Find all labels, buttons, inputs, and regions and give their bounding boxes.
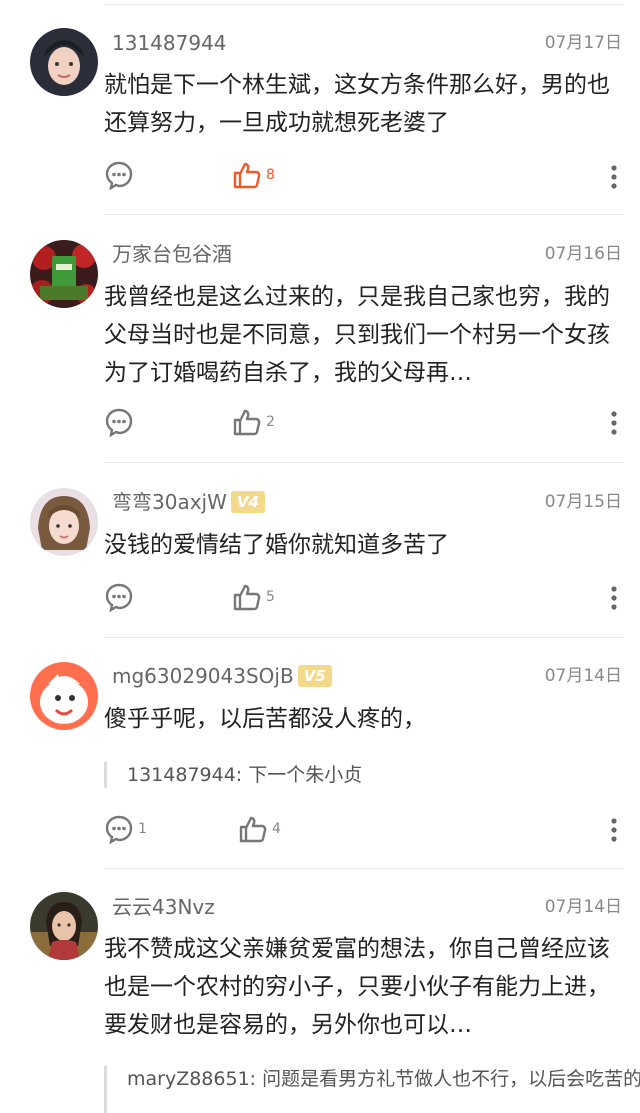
like-count: 4 — [272, 821, 281, 837]
thumbs-up-icon — [233, 409, 261, 436]
comment-date: 07月17日 — [544, 33, 622, 53]
comment-bubble-icon — [105, 408, 133, 437]
avatar[interactable] — [30, 662, 98, 730]
thumbs-up-icon — [233, 162, 261, 189]
comment-text: 就怕是下一个林生斌，这女方条件那么好，男的也还算努力，一旦成功就想死老婆了 — [104, 72, 610, 136]
divider — [104, 637, 624, 638]
divider — [104, 214, 624, 215]
like-button[interactable]: 2 — [232, 405, 275, 439]
comment-bubble-icon — [105, 161, 133, 190]
divider — [104, 462, 624, 463]
top-divider — [104, 4, 624, 5]
comment-bubble-icon — [105, 815, 133, 844]
more-vertical-icon[interactable] — [610, 165, 618, 189]
like-count: 5 — [266, 589, 275, 605]
comment-date: 07月16日 — [544, 244, 622, 264]
comment-date: 07月14日 — [544, 897, 622, 917]
comment-text: 我曾经也是这么过来的，只是我自己家也穷，我的父母当时也是不同意，只到我们一个村另… — [104, 284, 610, 386]
more-vertical-icon[interactable] — [610, 818, 618, 842]
reply-count: 1 — [138, 821, 147, 837]
reply-button[interactable]: 1 — [104, 812, 147, 846]
more-vertical-icon[interactable] — [610, 586, 618, 610]
level-badge: V4 — [230, 491, 265, 513]
divider — [104, 868, 624, 869]
comment-text: 傻乎乎呢，以后苦都没人疼的， — [104, 706, 426, 732]
like-button[interactable]: 4 — [238, 812, 281, 846]
thumbs-up-icon — [239, 816, 267, 843]
comment-text: 没钱的爱情结了婚你就知道多苦了 — [104, 532, 449, 558]
reply-button[interactable] — [104, 405, 138, 439]
username[interactable]: 万家台包谷酒 — [112, 241, 232, 267]
like-count: 2 — [266, 414, 275, 430]
comment-date: 07月15日 — [544, 492, 622, 512]
username[interactable]: 131487944 — [112, 30, 227, 56]
reply-button[interactable] — [104, 580, 138, 614]
comment-text: 我不赞成这父亲嫌贫爱富的想法，你自己曾经应该也是一个农村的穷小子，只要小伙子有能… — [104, 936, 610, 1038]
thumbs-up-icon — [233, 584, 261, 611]
more-vertical-icon[interactable] — [610, 411, 618, 435]
reply-button[interactable] — [104, 158, 138, 192]
like-count: 8 — [266, 167, 275, 183]
level-badge: V5 — [297, 665, 332, 687]
username[interactable]: 云云43Nvz — [112, 894, 215, 920]
comment-bubble-icon — [105, 583, 133, 612]
avatar[interactable] — [30, 892, 98, 960]
avatar[interactable] — [30, 240, 98, 308]
comment-date: 07月14日 — [544, 666, 622, 686]
quoted-reply[interactable]: maryZ88651: 问题是看男方礼节做人也不行，以后会吃苦的 — [104, 1066, 640, 1113]
avatar[interactable] — [30, 488, 98, 556]
quoted-reply[interactable]: 131487944: 下一个朱小贞 — [104, 762, 640, 788]
username[interactable]: mg63029043SOjB V5 — [112, 663, 332, 689]
like-button[interactable]: 5 — [232, 580, 275, 614]
username[interactable]: 弯弯30axjW V4 — [112, 489, 265, 515]
avatar[interactable] — [30, 28, 98, 96]
like-button[interactable]: 8 — [232, 158, 275, 192]
